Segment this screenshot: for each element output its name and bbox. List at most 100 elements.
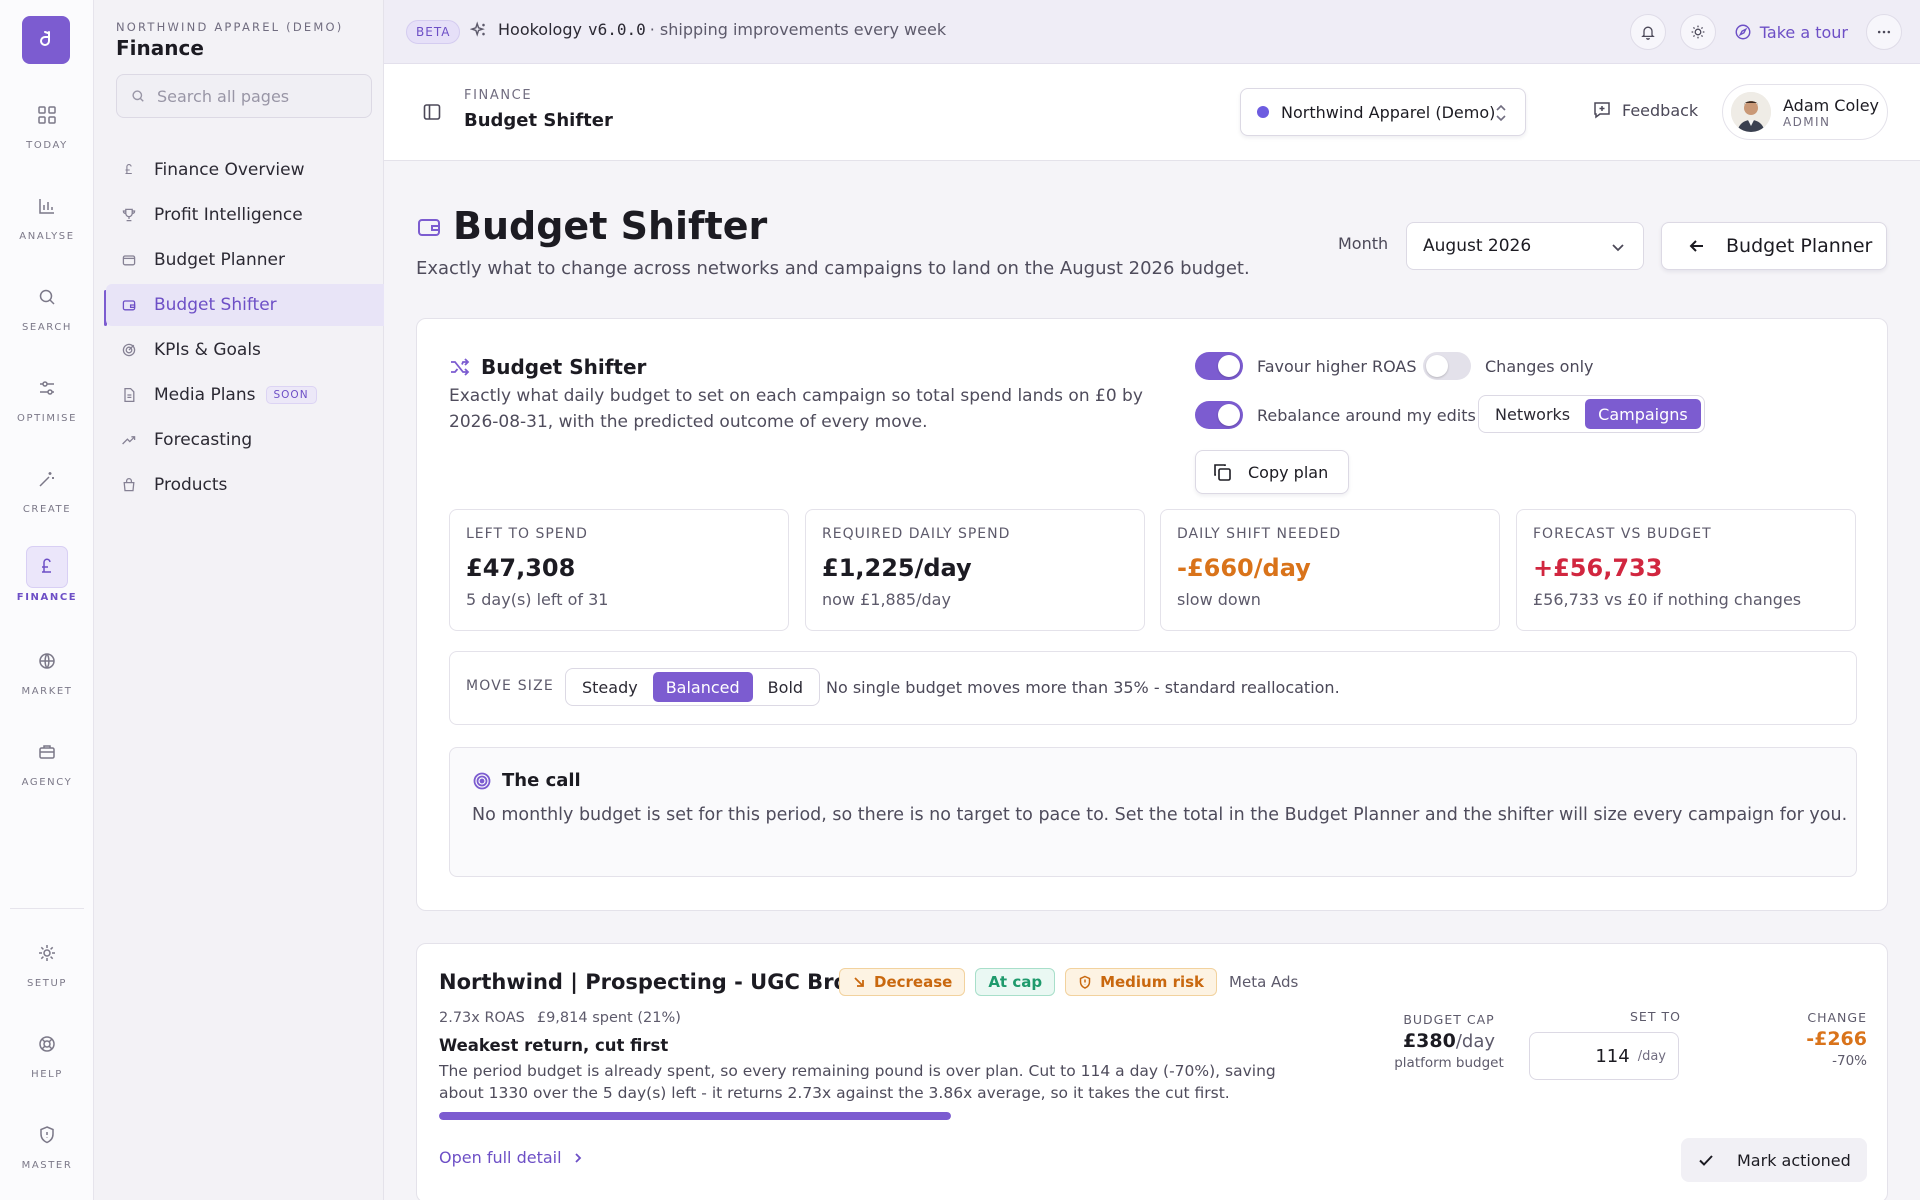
- move-size-option-bold[interactable]: Bold: [755, 672, 816, 702]
- sidebar-item-budget-planner[interactable]: Budget Planner: [106, 239, 384, 281]
- sidebar-item-label: Budget Planner: [154, 250, 285, 270]
- move-size-note: No single budget moves more than 35% - s…: [826, 678, 1340, 697]
- rail-item-finance[interactable]: FINANCE: [0, 546, 94, 603]
- sidebar-item-products[interactable]: Products: [106, 464, 384, 506]
- stat-sub: £56,733 vs £0 if nothing changes: [1533, 590, 1802, 609]
- sidebar-item-profit-intelligence[interactable]: Profit Intelligence: [106, 194, 384, 236]
- app-logo[interactable]: [22, 16, 70, 64]
- rail-item-analyse[interactable]: ANALYSE: [0, 185, 94, 242]
- org-selector-value: Northwind Apparel (Demo): [1281, 102, 1496, 122]
- rail-label: OPTIMISE: [16, 413, 77, 424]
- feedback-button[interactable]: Feedback: [1592, 100, 1698, 120]
- more-options-button[interactable]: [1866, 14, 1902, 50]
- sidebar-item-media-plans[interactable]: Media Plans SOON: [106, 374, 384, 416]
- user-name: Adam Coley: [1783, 95, 1880, 115]
- campaign-name[interactable]: Northwind | Prospecting - UGC Broad: [439, 970, 877, 994]
- decrease-badge-label: Decrease: [874, 973, 953, 991]
- wallet-icon: [120, 252, 138, 268]
- rail-item-optimise[interactable]: OPTIMISE: [0, 367, 94, 424]
- sidebar-item-label: Profit Intelligence: [154, 205, 303, 225]
- rail-item-agency[interactable]: AGENCY: [0, 731, 94, 788]
- set-to-input[interactable]: 114 /day: [1529, 1032, 1679, 1080]
- arrow-left-icon: [1688, 237, 1706, 255]
- shopping-bag-icon: [120, 477, 138, 493]
- search-input[interactable]: Search all pages: [116, 74, 372, 118]
- sidebar-item-kpis-goals[interactable]: KPIs & Goals: [106, 329, 384, 371]
- the-call-panel: The call No monthly budget is set for th…: [449, 747, 1857, 877]
- rail-item-help[interactable]: HELP: [0, 1023, 94, 1080]
- rail-label: MASTER: [21, 1160, 73, 1171]
- rail-item-market[interactable]: MARKET: [0, 640, 94, 697]
- sidebar-item-budget-shifter[interactable]: Budget Shifter: [106, 284, 384, 326]
- campaign-meta: 2.73x ROAS £9,814 spent (21%): [439, 1010, 681, 1026]
- shifter-title-text: Budget Shifter: [481, 355, 647, 379]
- rail-item-master[interactable]: MASTER: [0, 1114, 94, 1171]
- stat-value: £47,308: [466, 554, 576, 582]
- trend-up-icon: [120, 432, 138, 448]
- rail-label: ANALYSE: [19, 231, 75, 242]
- take-a-tour-link[interactable]: Take a tour: [1734, 23, 1848, 42]
- month-value: August 2026: [1423, 236, 1532, 256]
- search-placeholder: Search all pages: [157, 86, 290, 106]
- budget-planner-button[interactable]: Budget Planner: [1661, 222, 1887, 270]
- view-option-networks[interactable]: Networks: [1482, 399, 1583, 429]
- stat-left-to-spend: LEFT TO SPEND £47,308 5 day(s) left of 3…: [449, 509, 789, 631]
- stat-key: LEFT TO SPEND: [466, 526, 588, 542]
- sidebar-item-finance-overview[interactable]: Finance Overview: [106, 149, 384, 191]
- move-size-option-balanced[interactable]: Balanced: [652, 672, 753, 702]
- notifications-button[interactable]: [1629, 14, 1666, 50]
- copy-plan-button[interactable]: Copy plan: [1195, 450, 1349, 494]
- breadcrumb[interactable]: FINANCE: [464, 88, 532, 103]
- wallet-icon: [416, 214, 442, 240]
- month-select[interactable]: August 2026: [1406, 222, 1644, 270]
- campaign-spent: £9,814 spent (21%): [536, 1010, 681, 1026]
- rail-item-today[interactable]: TODAY: [0, 94, 94, 151]
- gear-icon: [26, 932, 68, 974]
- user-menu[interactable]: Adam Coley ADMIN: [1722, 84, 1888, 140]
- campaign-badges: Decrease At cap Medium risk Meta Ads: [839, 968, 1298, 996]
- sidebar: NORTHWIND APPAREL (DEMO) Finance Search …: [94, 0, 384, 1200]
- change-value: -£266: [1806, 1028, 1867, 1050]
- shuffle-icon: [449, 356, 471, 378]
- favour-roas-toggle[interactable]: Favour higher ROAS: [1195, 352, 1417, 380]
- beta-badge: BETA: [406, 20, 461, 44]
- open-full-detail-link[interactable]: Open full detail: [439, 1148, 584, 1167]
- view-option-campaigns[interactable]: Campaigns: [1585, 399, 1701, 429]
- rail-item-create[interactable]: CREATE: [0, 458, 94, 515]
- rebalance-switch[interactable]: [1195, 401, 1243, 429]
- mark-actioned-button[interactable]: Mark actioned: [1681, 1138, 1867, 1182]
- budget-change: CHANGE -£266 -70%: [1806, 1010, 1867, 1069]
- user-info: Adam Coley ADMIN: [1783, 96, 1879, 129]
- org-selector[interactable]: Northwind Apparel (Demo): [1240, 88, 1526, 136]
- app-version: v6.0.0: [587, 20, 646, 39]
- briefcase-icon: [26, 731, 68, 773]
- rail-item-setup[interactable]: SETUP: [0, 932, 94, 989]
- banner-actions: Take a tour: [1629, 14, 1902, 50]
- set-to-value: 114: [1595, 1045, 1630, 1067]
- move-size-option-steady[interactable]: Steady: [569, 672, 651, 702]
- stat-sub: slow down: [1177, 590, 1261, 609]
- rail-label: HELP: [31, 1069, 63, 1080]
- sidebar-item-label: KPIs & Goals: [154, 340, 261, 360]
- page-subtitle: Exactly what to change across networks a…: [416, 258, 1250, 279]
- soon-badge: SOON: [265, 386, 317, 404]
- search-icon: [26, 276, 68, 318]
- changes-only-switch[interactable]: [1423, 352, 1471, 380]
- sidebar-item-forecasting[interactable]: Forecasting: [106, 419, 384, 461]
- rebalance-toggle[interactable]: Rebalance around my edits: [1195, 401, 1476, 429]
- campaign-card: Northwind | Prospecting - UGC Broad Decr…: [416, 943, 1888, 1200]
- call-title: The call: [472, 770, 581, 791]
- theme-toggle-button[interactable]: [1679, 14, 1716, 50]
- rail-label: AGENCY: [21, 777, 73, 788]
- compass-icon: [1734, 23, 1752, 41]
- bell-icon: [1640, 24, 1656, 40]
- favour-roas-switch[interactable]: [1195, 352, 1243, 380]
- stat-forecast-vs-budget: FORECAST VS BUDGET +£56,733 £56,733 vs £…: [1516, 509, 1856, 631]
- decrease-badge: Decrease: [839, 968, 966, 996]
- bar-chart-icon: [26, 185, 68, 227]
- rail-item-search[interactable]: SEARCH: [0, 276, 94, 333]
- sidebar-toggle-button[interactable]: [422, 102, 442, 122]
- budget-cap-unit: /day: [1455, 1031, 1496, 1052]
- changes-only-toggle[interactable]: Changes only: [1423, 352, 1594, 380]
- sidebar-item-label: Products: [154, 475, 228, 495]
